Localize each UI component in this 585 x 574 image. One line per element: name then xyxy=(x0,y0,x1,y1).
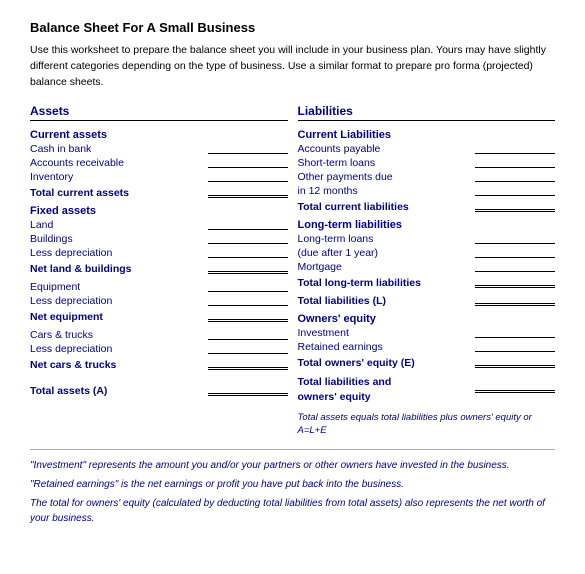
net-cars-trucks: Net cars & trucks xyxy=(30,359,288,371)
current-liabilities-header: Current Liabilities xyxy=(298,129,556,141)
owners-equity-header: Owners' equity xyxy=(298,313,556,325)
intro-text: Use this worksheet to prepare the balanc… xyxy=(30,43,555,90)
total-owners-equity: Total owners' equity (E) xyxy=(298,357,556,369)
total-equity-sublabel: Total assets equals total liabilities pl… xyxy=(298,411,556,438)
list-item: Mortgage xyxy=(298,261,556,273)
total-liabilities-equity: Total liabilities and owners' equity xyxy=(298,375,556,404)
list-item: Equipment xyxy=(30,281,288,293)
total-liabilities: Total liabilities (L) xyxy=(298,295,556,307)
assets-column: Assets Current assets Cash in bank Accou… xyxy=(30,104,288,437)
total-current-assets: Total current assets xyxy=(30,187,288,199)
liabilities-header: Liabilities xyxy=(298,104,556,121)
longterm-liabilities-header: Long-term liabilities xyxy=(298,219,556,231)
footer-note-3: The total for owners' equity (calculated… xyxy=(30,496,555,526)
list-item: Investment xyxy=(298,327,556,339)
list-item: Long-term loans xyxy=(298,233,556,245)
list-item: (due after 1 year) xyxy=(298,247,556,259)
net-equipment: Net equipment xyxy=(30,311,288,323)
total-assets: Total assets (A) xyxy=(30,385,288,397)
assets-header: Assets xyxy=(30,104,288,121)
liabilities-column: Liabilities Current Liabilities Accounts… xyxy=(298,104,556,437)
fixed-assets-header: Fixed assets xyxy=(30,205,288,217)
net-land-buildings: Net land & buildings xyxy=(30,263,288,275)
total-longterm-liabilities: Total long-term liabilities xyxy=(298,277,556,289)
list-item: Retained earnings xyxy=(298,341,556,353)
list-item: Less depreciation xyxy=(30,295,288,307)
list-item: Accounts receivable xyxy=(30,157,288,169)
footer-note-1: "Investment" represents the amount you a… xyxy=(30,458,555,473)
page-title: Balance Sheet For A Small Business xyxy=(30,20,555,35)
footer-note-2: "Retained earnings" is the net earnings … xyxy=(30,477,555,492)
current-assets-header: Current assets xyxy=(30,129,288,141)
list-item: Less depreciation xyxy=(30,343,288,355)
list-item: Land xyxy=(30,219,288,231)
list-item: Less depreciation xyxy=(30,247,288,259)
list-item: Short-term loans xyxy=(298,157,556,169)
list-item: Accounts payable xyxy=(298,143,556,155)
list-item: Cash in bank xyxy=(30,143,288,155)
list-item: Other payments due xyxy=(298,171,556,183)
list-item: Cars & trucks xyxy=(30,329,288,341)
list-item: Inventory xyxy=(30,171,288,183)
footer-section: "Investment" represents the amount you a… xyxy=(30,449,555,526)
total-current-liabilities: Total current liabilities xyxy=(298,201,556,213)
list-item: Buildings xyxy=(30,233,288,245)
list-item: in 12 months xyxy=(298,185,556,197)
